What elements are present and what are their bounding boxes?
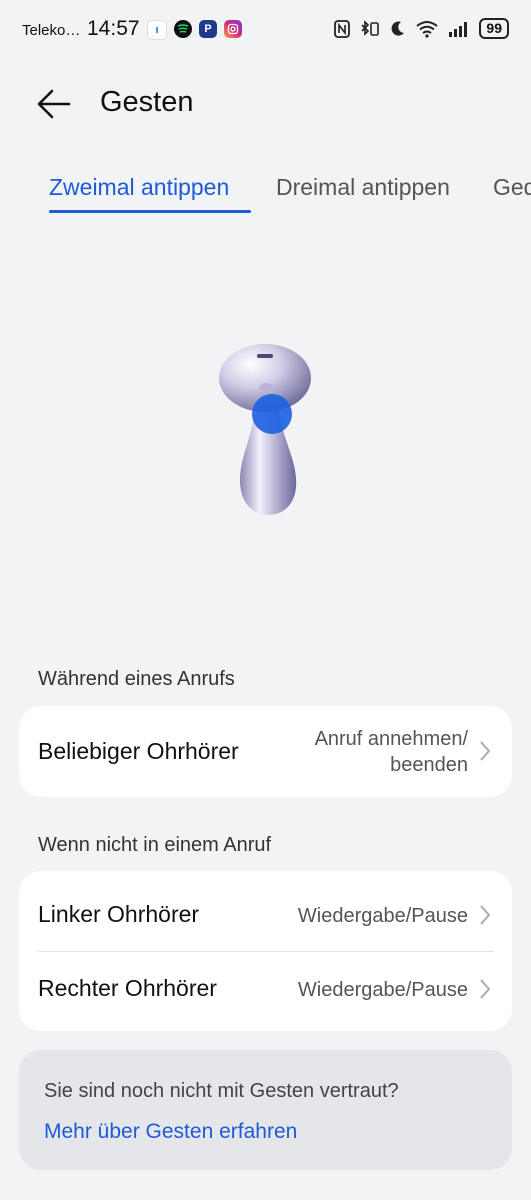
app-header: Gesten: [0, 78, 531, 130]
learn-more-link[interactable]: Mehr über Gesten erfahren: [44, 1120, 297, 1144]
row-right-earbud[interactable]: Rechter Ohrhörer Wiedergabe/Pause: [19, 952, 512, 1031]
section-label-not-in-call: Wenn nicht in einem Anruf: [38, 834, 272, 856]
not-in-call-card: Linker Ohrhörer Wiedergabe/Pause Rechter…: [19, 871, 512, 1031]
row-value-line2: beenden: [390, 754, 468, 776]
row-value: Anruf annehmen/ beenden: [315, 726, 468, 778]
gesture-tabs: Zweimal antippen Dreimal antippen Gedrüc…: [0, 170, 531, 220]
notification-icons: ı P: [147, 20, 242, 40]
do-not-disturb-moon-icon: [392, 21, 405, 36]
battery-level: 99: [479, 18, 509, 39]
page-title: Gesten: [100, 86, 194, 118]
chevron-right-icon: [480, 905, 491, 925]
signal-strength-icon: [449, 21, 468, 37]
row-title: Beliebiger Ohrhörer: [38, 738, 239, 764]
tab-triple-tap[interactable]: Dreimal antippen: [276, 174, 450, 201]
gesture-help-card: Sie sind noch nicht mit Gesten vertraut?…: [19, 1050, 512, 1170]
row-title: Rechter Ohrhörer: [38, 975, 217, 1001]
row-left-earbud[interactable]: Linker Ohrhörer Wiedergabe/Pause: [19, 871, 512, 951]
row-value: Wiedergabe/Pause: [297, 979, 468, 1001]
clock: 14:57: [87, 17, 140, 40]
row-value-line1: Anruf annehmen/: [314, 728, 468, 750]
chevron-right-icon: [480, 741, 491, 761]
tab-press-hold[interactable]: Gedrückt halten: [493, 174, 531, 201]
section-label-during-call: Während eines Anrufs: [38, 668, 235, 690]
row-value: Wiedergabe/Pause: [297, 905, 468, 927]
earbud-illustration: [219, 344, 311, 515]
carrier-label: Teleko…: [22, 22, 81, 39]
bluetooth-vibrate-icon: [361, 19, 380, 36]
row-title: Linker Ohrhörer: [38, 901, 200, 927]
paypal-icon: P: [199, 20, 217, 38]
row-any-earbud[interactable]: Beliebiger Ohrhörer Anruf annehmen/ been…: [19, 706, 512, 797]
spotify-icon: [174, 20, 192, 38]
status-bar: Teleko… 14:57 ı P 99: [0, 0, 531, 60]
help-text: Sie sind noch nicht mit Gesten vertraut?: [44, 1080, 399, 1102]
messenger-app-icon: ı: [147, 20, 167, 40]
instagram-icon: [224, 20, 242, 38]
back-arrow-icon: [37, 89, 71, 119]
during-call-card: Beliebiger Ohrhörer Anruf annehmen/ been…: [19, 706, 512, 797]
wifi-icon: [416, 20, 439, 38]
chevron-right-icon: [480, 979, 491, 999]
nfc-icon: [334, 19, 351, 38]
tab-double-tap[interactable]: Zweimal antippen: [49, 174, 229, 201]
back-button[interactable]: [36, 86, 76, 122]
active-tab-indicator: [49, 210, 251, 213]
system-status-icons: 99: [334, 18, 509, 39]
